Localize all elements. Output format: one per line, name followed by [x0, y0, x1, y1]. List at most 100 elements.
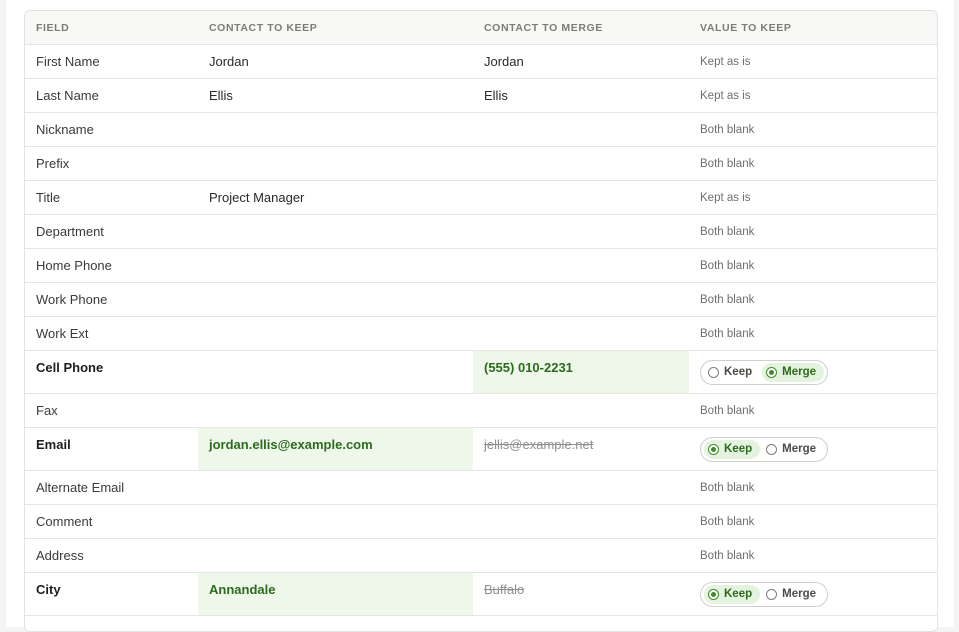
value-status: Both blank	[700, 259, 755, 272]
value-status: Kept as is	[700, 191, 751, 204]
radio-icon[interactable]	[766, 443, 778, 455]
field-label: City	[36, 582, 61, 597]
keep-value: Project Manager	[209, 190, 305, 205]
merge-value	[473, 394, 689, 427]
value-status: Kept as is	[700, 89, 751, 102]
table-row-home-phone: Home Phone Both blank	[25, 249, 937, 283]
merge-page: FIELD CONTACT TO KEEP CONTACT TO MERGE V…	[6, 0, 954, 632]
field-label: Alternate Email	[36, 480, 125, 495]
merge-value	[473, 505, 689, 538]
merge-value	[473, 113, 689, 146]
keep-merge-toggle[interactable]: Keep Merge	[700, 436, 828, 462]
radio-icon[interactable]	[708, 366, 719, 378]
field-label: Nickname	[36, 122, 94, 137]
keep-value	[198, 283, 473, 316]
merge-value: Buffalo	[484, 582, 525, 597]
keep-option-label: Keep	[724, 443, 753, 455]
keep-value	[198, 539, 473, 572]
table-row-work-ext: Work Ext Both blank	[25, 317, 937, 351]
radio-icon[interactable]	[766, 588, 778, 600]
keep-value	[198, 249, 473, 282]
keep-value	[198, 215, 473, 248]
merge-fields-table: FIELD CONTACT TO KEEP CONTACT TO MERGE V…	[24, 10, 938, 632]
value-status: Both blank	[700, 157, 755, 170]
table-row-email: Email jordan.ellis@example.com jellis@exam…	[25, 428, 937, 471]
keep-value: jordan.ellis@example.com	[198, 428, 473, 470]
field-label: Prefix	[36, 156, 70, 171]
value-status: Kept as is	[700, 55, 751, 68]
header-contact-to-merge: CONTACT TO MERGE	[484, 21, 603, 34]
keep-value	[198, 317, 473, 350]
table-row-fax: Fax Both blank	[25, 394, 937, 428]
header-value-to-keep: VALUE TO KEEP	[700, 21, 792, 34]
keep-value	[198, 351, 473, 393]
field-label: Work Ext	[36, 326, 89, 341]
merge-option-label: Merge	[782, 443, 816, 455]
keep-option[interactable]: Keep	[704, 584, 761, 604]
merge-value	[473, 249, 689, 282]
merge-value: (555) 010-2231	[473, 351, 689, 393]
field-label: Title	[36, 190, 61, 205]
radio-icon[interactable]	[766, 366, 778, 378]
keep-value	[198, 147, 473, 180]
table-body: First Name Jordan Jordan Kept as is Last Nam…	[25, 45, 937, 616]
keep-value	[198, 113, 473, 146]
merge-option-label: Merge	[782, 588, 816, 600]
keep-merge-toggle[interactable]: Keep Merge	[700, 359, 828, 385]
value-status: Both blank	[700, 481, 755, 494]
field-label: Email	[36, 437, 71, 452]
value-choice-toggle-cell: Keep Merge	[689, 428, 937, 470]
table-row-prefix: Prefix Both blank	[25, 147, 937, 181]
value-status: Both blank	[700, 123, 755, 136]
field-label: Last Name	[36, 88, 99, 103]
merge-value: Jordan	[484, 54, 524, 69]
radio-icon[interactable]	[708, 588, 719, 600]
merge-value: jellis@example.net	[484, 437, 594, 452]
header-field: FIELD	[36, 21, 70, 34]
merge-value	[473, 471, 689, 504]
keep-value	[198, 505, 473, 538]
table-row-title: Title Project Manager Kept as is	[25, 181, 937, 215]
merge-value	[473, 317, 689, 350]
table-row-last-name: Last Name Ellis Ellis Kept as is	[25, 79, 937, 113]
field-label: Cell Phone	[36, 360, 104, 375]
keep-option[interactable]: Keep	[704, 363, 760, 382]
merge-value	[473, 215, 689, 248]
value-status: Both blank	[700, 404, 755, 417]
merge-value	[473, 181, 689, 214]
table-row-cell-phone: Cell Phone (555) 010-2231 Keep Merge	[25, 351, 937, 394]
keep-option[interactable]: Keep	[704, 439, 761, 459]
merge-value	[473, 147, 689, 180]
merge-option[interactable]: Merge	[762, 585, 824, 604]
table-row-comment: Comment Both blank	[25, 505, 937, 539]
merge-value	[473, 539, 689, 572]
table-row-address: Address Both blank	[25, 539, 937, 573]
field-label: Work Phone	[36, 292, 108, 307]
keep-merge-toggle[interactable]: Keep Merge	[700, 581, 828, 607]
keep-value: Annandale	[198, 573, 473, 615]
field-label: Department	[36, 224, 104, 239]
value-status: Both blank	[700, 549, 755, 562]
value-status: Both blank	[700, 515, 755, 528]
table-header: FIELD CONTACT TO KEEP CONTACT TO MERGE V…	[25, 11, 937, 45]
field-label: Home Phone	[36, 258, 112, 273]
header-contact-to-keep: CONTACT TO KEEP	[209, 21, 318, 34]
merge-option[interactable]: Merge	[762, 440, 824, 459]
merge-option[interactable]: Merge	[762, 362, 824, 382]
radio-icon[interactable]	[708, 443, 719, 455]
field-label: Comment	[36, 514, 93, 529]
value-choice-toggle-cell: Keep Merge	[689, 573, 937, 615]
table-row-work-phone: Work Phone Both blank	[25, 283, 937, 317]
table-row-first-name: First Name Jordan Jordan Kept as is	[25, 45, 937, 79]
table-row-nickname: Nickname Both blank	[25, 113, 937, 147]
merge-option-label: Merge	[782, 366, 816, 378]
value-choice-toggle-cell: Keep Merge	[689, 351, 937, 393]
table-row-alternate-email: Alternate Email Both blank	[25, 471, 937, 505]
value-status: Both blank	[700, 293, 755, 306]
keep-value	[198, 471, 473, 504]
field-label: Address	[36, 548, 84, 563]
merge-value: Ellis	[484, 88, 508, 103]
keep-value: Jordan	[209, 54, 249, 69]
value-status: Both blank	[700, 327, 755, 340]
merge-value	[473, 283, 689, 316]
